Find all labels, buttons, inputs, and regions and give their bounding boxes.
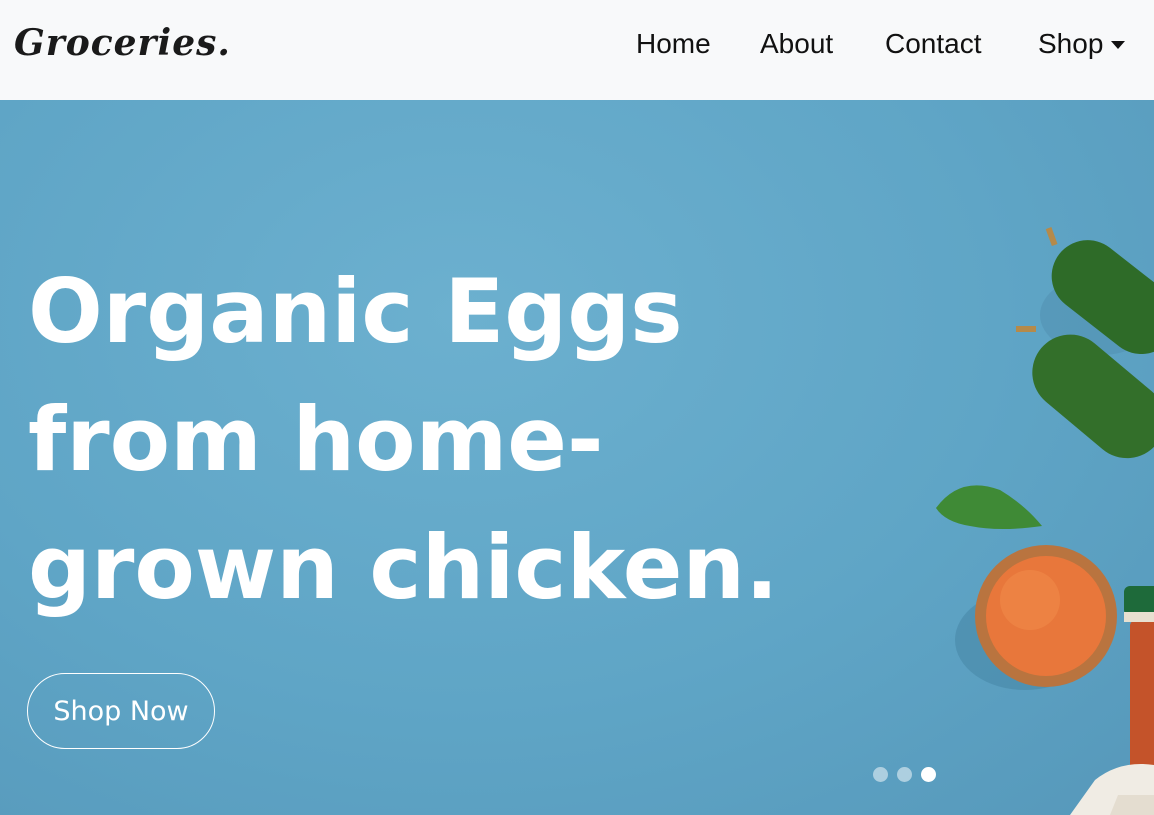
nav-about-link[interactable]: About [760, 28, 833, 60]
shop-now-button[interactable]: Shop Now [27, 673, 215, 749]
nav-home-link[interactable]: Home [636, 28, 711, 60]
navbar: Groceries. Home About Contact Shop [0, 0, 1154, 100]
headline-line: from home- [28, 388, 604, 491]
headline-line: Organic Eggs [28, 260, 683, 363]
carousel-indicator-3[interactable] [921, 767, 936, 782]
produce-image [936, 227, 1154, 815]
headline-line: grown chicken. [28, 516, 779, 619]
hero-carousel: Organic Eggs from home- grown chicken. S… [0, 100, 1154, 815]
nav-shop-dropdown[interactable]: Shop [1038, 28, 1126, 60]
brand-logo[interactable]: Groceries. [14, 22, 231, 64]
nav-shop-label: Shop [1038, 28, 1104, 59]
carousel-indicator-2[interactable] [897, 767, 912, 782]
nav-contact-link[interactable]: Contact [885, 28, 982, 60]
carousel-indicator-1[interactable] [873, 767, 888, 782]
basil-leaf-icon [936, 485, 1042, 529]
hero-headline: Organic Eggs from home- grown chicken. [28, 248, 788, 632]
carousel-indicators [873, 767, 936, 782]
caret-down-icon [1111, 41, 1126, 49]
